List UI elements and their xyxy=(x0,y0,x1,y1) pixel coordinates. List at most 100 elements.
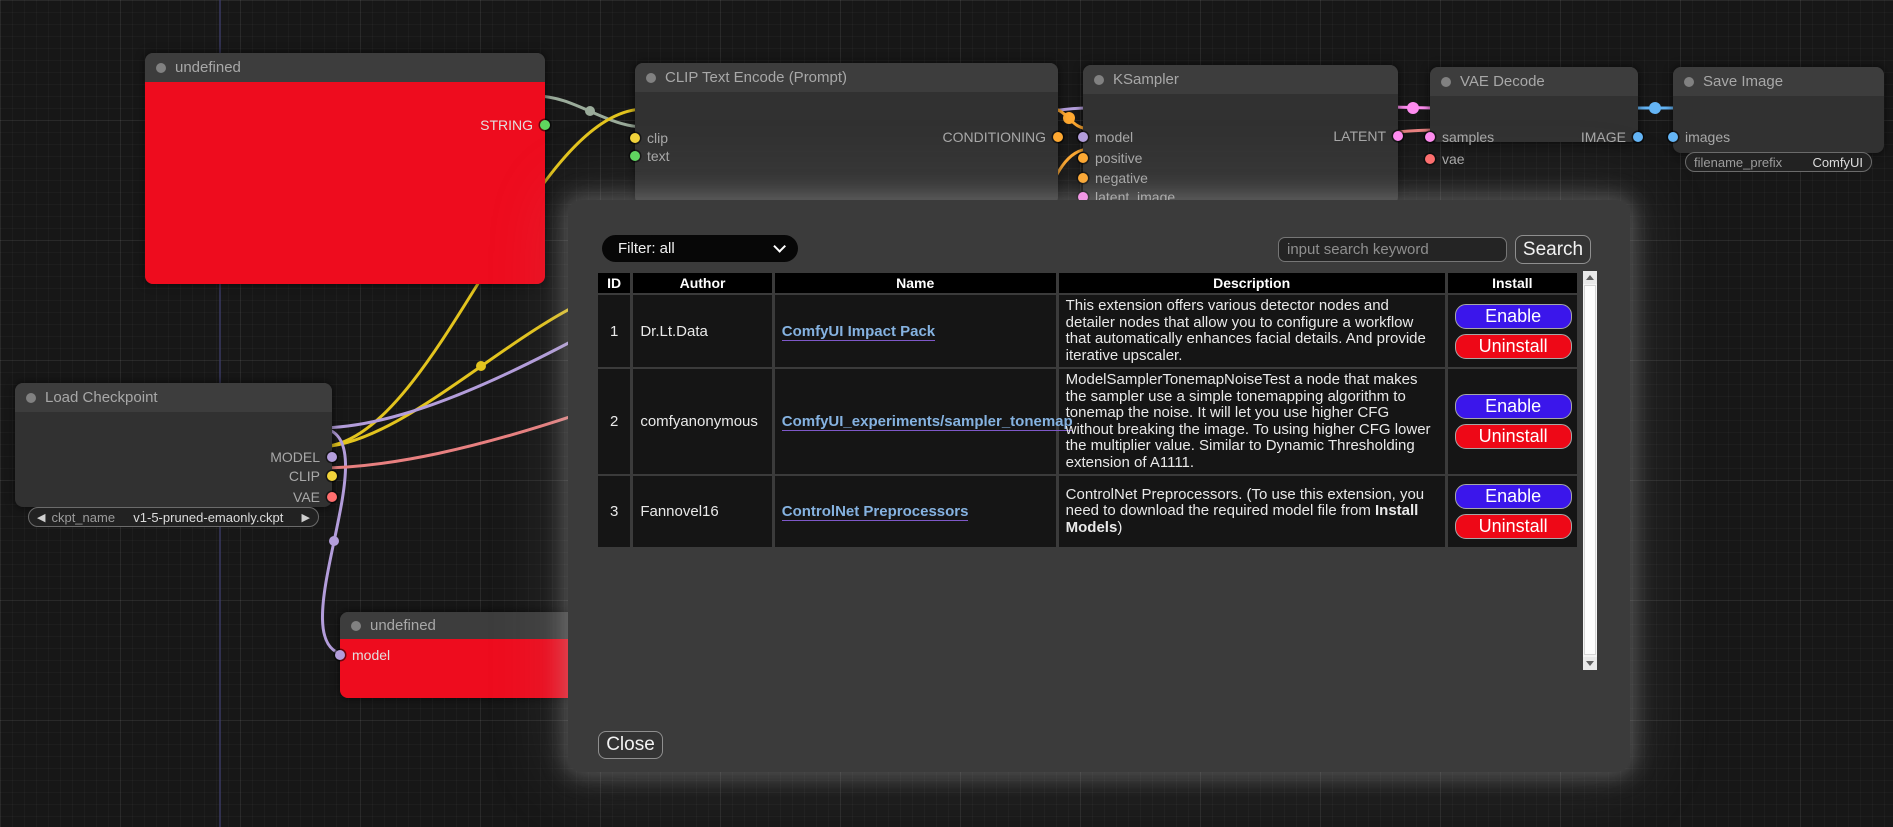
error-node-body: STRING xyxy=(145,82,545,284)
link-dot xyxy=(329,536,339,546)
clip-input-dot[interactable] xyxy=(630,133,640,143)
ckpt-name-widget[interactable]: ◀ ckpt_name v1-5-pruned-emaonly.ckpt ▶ xyxy=(28,507,319,527)
negative-input-dot[interactable] xyxy=(1078,173,1088,183)
node-title-dot xyxy=(26,393,36,403)
node-title-dot xyxy=(1441,77,1451,87)
input-label: model xyxy=(1095,129,1133,145)
input-label: vae xyxy=(1442,151,1465,167)
column-header: Author xyxy=(633,273,771,293)
link-dot xyxy=(1649,102,1661,114)
enable-button[interactable]: Enable xyxy=(1455,394,1572,419)
row-description: ControlNet Preprocessors. (To use this e… xyxy=(1059,476,1445,547)
node-save-image[interactable]: Save Image images filename_prefix ComfyU… xyxy=(1673,67,1884,153)
increment-arrow-icon[interactable]: ▶ xyxy=(302,511,310,524)
node-vae-decode[interactable]: VAE Decode samples vae IMAGE xyxy=(1430,67,1638,142)
extension-link[interactable]: ComfyUI Impact Pack xyxy=(782,323,935,341)
node-undefined-bottom[interactable]: undefined model xyxy=(340,612,585,698)
model-input-dot[interactable] xyxy=(1078,132,1088,142)
samples-input-dot[interactable] xyxy=(1425,132,1435,142)
input-label: text xyxy=(647,148,670,164)
comfyui-canvas[interactable]: { "colors": { "canvas_bg": "#171717", "e… xyxy=(0,0,1893,827)
link-dot xyxy=(1407,102,1419,114)
table-row: 2 comfyanonymous ComfyUI_experiments/sam… xyxy=(598,369,1577,474)
input-label: samples xyxy=(1442,129,1494,145)
uninstall-button[interactable]: Uninstall xyxy=(1455,514,1572,539)
search-input[interactable] xyxy=(1278,237,1507,262)
node-title: VAE Decode xyxy=(1460,73,1545,90)
link-dot xyxy=(1063,112,1075,124)
row-author: Fannovel16 xyxy=(633,476,771,547)
node-clip-text-encode[interactable]: CLIP Text Encode (Prompt) clip text COND… xyxy=(635,63,1058,205)
search-button[interactable]: Search xyxy=(1515,235,1591,264)
extension-link[interactable]: ControlNet Preprocessors xyxy=(782,503,969,521)
error-node-body: model xyxy=(340,639,585,698)
scroll-down-icon[interactable] xyxy=(1583,657,1597,670)
table-scrollbar[interactable] xyxy=(1583,271,1597,670)
output-label: VAE xyxy=(293,489,320,505)
node-ksampler[interactable]: KSampler model positive negative latent_… xyxy=(1083,65,1398,205)
filter-label: Filter: all xyxy=(618,240,675,257)
node-title-dot xyxy=(156,63,166,73)
close-button[interactable]: Close xyxy=(598,731,663,759)
node-title: Save Image xyxy=(1703,73,1783,90)
node-title-dot xyxy=(1684,77,1694,87)
extensions-table: IDAuthorNameDescriptionInstall 1 Dr.Lt.D… xyxy=(595,271,1580,549)
node-title-dot xyxy=(351,621,361,631)
output-label: CLIP xyxy=(289,468,320,484)
string-output-dot[interactable] xyxy=(540,120,550,130)
vae-input-dot[interactable] xyxy=(1425,154,1435,164)
node-load-checkpoint[interactable]: Load Checkpoint MODEL CLIP VAE ◀ ckpt_na… xyxy=(15,383,332,507)
node-title: CLIP Text Encode (Prompt) xyxy=(665,69,847,86)
table-row: 3 Fannovel16 ControlNet Preprocessors Co… xyxy=(598,476,1577,547)
node-title: undefined xyxy=(175,59,241,76)
input-label: clip xyxy=(647,130,668,146)
table-row: 1 Dr.Lt.Data ComfyUI Impact Pack This ex… xyxy=(598,295,1577,367)
row-id: 3 xyxy=(598,476,630,547)
extensions-tbody: 1 Dr.Lt.Data ComfyUI Impact Pack This ex… xyxy=(598,295,1577,547)
output-label: LATENT xyxy=(1333,128,1386,144)
column-header: ID xyxy=(598,273,630,293)
input-label: images xyxy=(1685,129,1730,145)
link-dot xyxy=(476,361,486,371)
column-header: Install xyxy=(1448,273,1577,293)
link-dot xyxy=(585,106,595,116)
widget-label: filename_prefix xyxy=(1694,155,1782,170)
text-input-dot[interactable] xyxy=(630,151,640,161)
extension-link[interactable]: ComfyUI_experiments/sampler_tonemap xyxy=(782,413,1073,431)
node-title: KSampler xyxy=(1113,71,1179,88)
node-title-dot xyxy=(1094,75,1104,85)
enable-button[interactable]: Enable xyxy=(1455,304,1572,329)
row-id: 2 xyxy=(598,369,630,474)
model-input-dot[interactable] xyxy=(335,650,345,660)
filter-select[interactable]: Filter: all xyxy=(602,235,798,262)
node-title-dot xyxy=(646,73,656,83)
scroll-up-icon[interactable] xyxy=(1583,271,1597,284)
filename-prefix-widget[interactable]: filename_prefix ComfyUI xyxy=(1685,152,1872,172)
clip-output-dot[interactable] xyxy=(327,471,337,481)
images-input-dot[interactable] xyxy=(1668,132,1678,142)
widget-value: ComfyUI xyxy=(1812,155,1863,170)
vae-output-dot[interactable] xyxy=(327,492,337,502)
node-title: undefined xyxy=(370,617,436,634)
node-undefined-top[interactable]: undefined STRING xyxy=(145,53,545,284)
latent-output-dot[interactable] xyxy=(1393,131,1403,141)
scrollbar-thumb[interactable] xyxy=(1584,285,1596,655)
input-label: negative xyxy=(1095,170,1148,186)
extensions-table-container: IDAuthorNameDescriptionInstall 1 Dr.Lt.D… xyxy=(595,271,1597,670)
chevron-down-icon xyxy=(773,240,786,253)
column-header: Description xyxy=(1059,273,1445,293)
enable-button[interactable]: Enable xyxy=(1455,484,1572,509)
model-output-dot[interactable] xyxy=(327,452,337,462)
positive-input-dot[interactable] xyxy=(1078,153,1088,163)
uninstall-button[interactable]: Uninstall xyxy=(1455,424,1572,449)
row-author: Dr.Lt.Data xyxy=(633,295,771,367)
uninstall-button[interactable]: Uninstall xyxy=(1455,334,1572,359)
custom-nodes-manager-dialog: Filter: all Search IDAuthorNameDescripti… xyxy=(568,200,1630,772)
conditioning-output-dot[interactable] xyxy=(1053,132,1063,142)
image-output-dot[interactable] xyxy=(1633,132,1643,142)
table-header-row: IDAuthorNameDescriptionInstall xyxy=(598,273,1577,293)
output-label: IMAGE xyxy=(1581,129,1626,145)
output-label: MODEL xyxy=(270,449,320,465)
output-label: STRING xyxy=(480,117,533,133)
decrement-arrow-icon[interactable]: ◀ xyxy=(37,511,45,524)
